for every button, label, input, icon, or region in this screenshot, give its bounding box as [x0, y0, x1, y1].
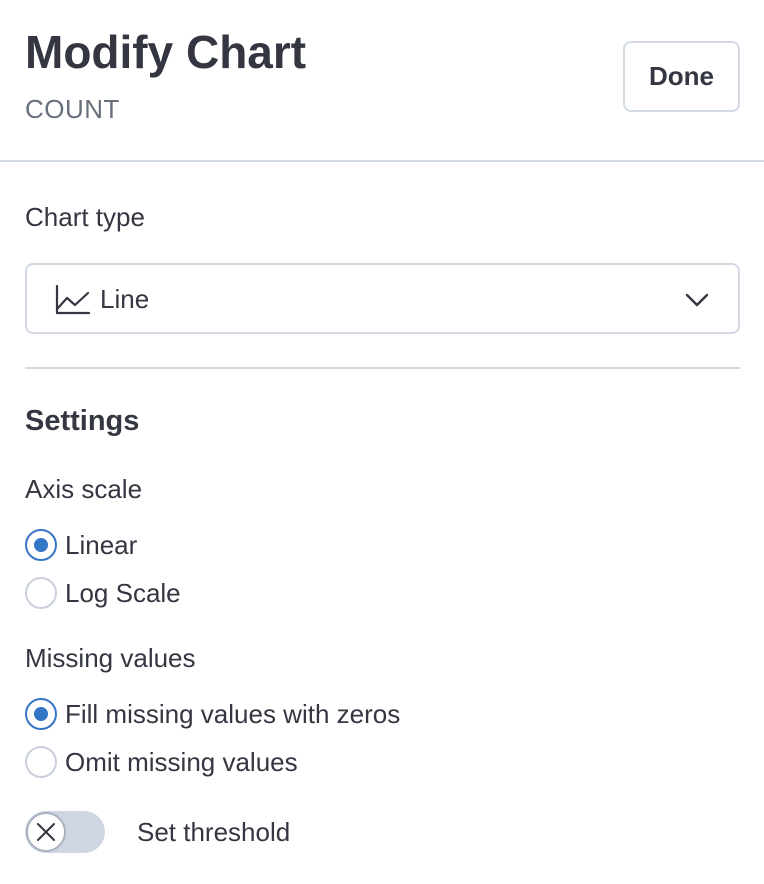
radio-fill-zeros-label: Fill missing values with zeros [65, 699, 401, 729]
radio-linear-label: Linear [65, 530, 138, 560]
radio-log-scale[interactable]: Log Scale [25, 576, 181, 610]
panel-title: Modify Chart [25, 26, 307, 78]
radio-log-scale-label: Log Scale [65, 578, 181, 608]
radio-linear[interactable]: Linear [25, 528, 137, 562]
chart-type-value: Line [100, 284, 150, 314]
radio-omit-missing-circle[interactable] [25, 746, 57, 778]
threshold-toggle-row: Set threshold [25, 810, 290, 854]
chart-type-label: Chart type [25, 202, 145, 232]
radio-log-scale-circle[interactable] [25, 577, 57, 609]
modify-chart-panel: Modify Chart COUNT Done Chart type Line … [0, 0, 764, 884]
missing-values-label: Missing values [25, 643, 196, 673]
radio-fill-zeros[interactable]: Fill missing values with zeros [25, 697, 400, 731]
done-button[interactable]: Done [623, 41, 740, 112]
chevron-down-icon [685, 293, 709, 307]
chart-type-select[interactable]: Line [25, 263, 740, 334]
radio-linear-circle[interactable] [25, 529, 57, 561]
line-chart-icon [55, 285, 91, 315]
threshold-label: Set threshold [137, 817, 291, 847]
radio-omit-missing-label: Omit missing values [65, 747, 298, 777]
threshold-toggle[interactable] [25, 811, 105, 853]
settings-title: Settings [25, 405, 140, 437]
panel-subtitle: COUNT [25, 94, 120, 124]
close-icon [37, 823, 55, 841]
panel-header: Modify Chart COUNT Done [0, 0, 764, 162]
section-divider [25, 367, 740, 369]
radio-omit-missing[interactable]: Omit missing values [25, 745, 298, 779]
toggle-knob [26, 812, 66, 852]
radio-fill-zeros-circle[interactable] [25, 698, 57, 730]
axis-scale-label: Axis scale [25, 474, 143, 504]
